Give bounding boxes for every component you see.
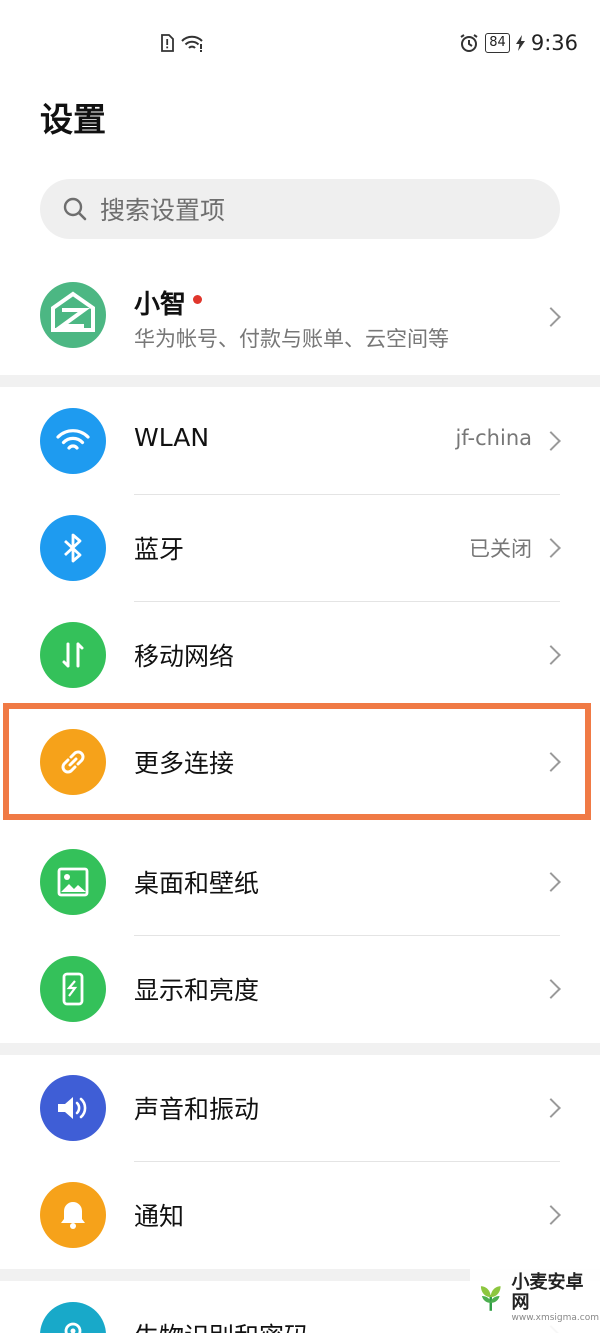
mobile-data-icon: [40, 622, 106, 688]
settings-item-notifications[interactable]: 通知: [0, 1162, 600, 1269]
charging-icon: [515, 35, 525, 51]
chevron-right-icon: [541, 752, 561, 772]
account-row[interactable]: 小智 华为帐号、付款与账单、云空间等: [0, 270, 600, 370]
bell-icon: [40, 1182, 106, 1248]
search-placeholder: 搜索设置项: [100, 196, 226, 225]
chevron-right-icon: [541, 979, 561, 999]
item-label: 更多连接: [134, 749, 235, 778]
settings-item-sound[interactable]: 声音和振动: [0, 1055, 600, 1162]
image-icon: [40, 849, 106, 915]
account-subtitle: 华为帐号、付款与账单、云空间等: [134, 327, 449, 351]
chevron-right-icon: [541, 538, 561, 558]
account-name: 小智: [134, 290, 187, 320]
notification-dot: [193, 295, 202, 304]
sim-alert-icon: [161, 34, 174, 52]
avatar-logo-icon: [51, 291, 95, 332]
settings-item-bluetooth[interactable]: 蓝牙 已关闭: [0, 495, 600, 602]
status-bar: 84 9:36: [0, 0, 600, 90]
item-label: 显示和亮度: [134, 976, 260, 1005]
search-input[interactable]: 搜索设置项: [40, 179, 560, 239]
search-icon: [63, 197, 87, 221]
battery-indicator: 84: [485, 33, 510, 53]
page-title: 设置: [40, 100, 106, 139]
item-label: 桌面和壁纸: [134, 869, 260, 898]
speaker-icon: [40, 1075, 106, 1141]
fingerprint-icon: [40, 1302, 106, 1333]
wifi-icon: [40, 408, 106, 474]
link-icon: [40, 729, 106, 795]
watermark-text: 小麦安卓网: [511, 1272, 584, 1313]
chevron-right-icon: [541, 307, 561, 327]
status-right: 84 9:36: [459, 31, 578, 55]
watermark-url: www.xmsigma.com: [511, 1313, 599, 1323]
chevron-right-icon: [541, 1205, 561, 1225]
settings-item-wallpaper[interactable]: 桌面和壁纸: [0, 829, 600, 936]
alarm-icon: [460, 34, 478, 52]
settings-item-wlan[interactable]: WLAN jf-china: [0, 388, 600, 495]
item-label: 通知: [134, 1202, 185, 1231]
section-divider: [0, 375, 600, 387]
chevron-right-icon: [541, 431, 561, 451]
item-label: 蓝牙: [134, 535, 185, 564]
bluetooth-icon: [40, 515, 106, 581]
item-value: jf-china: [455, 426, 532, 450]
item-label: 声音和振动: [134, 1095, 260, 1124]
section-divider: [0, 1043, 600, 1055]
item-label: WLAN: [134, 423, 210, 452]
phone-display-icon: [40, 956, 106, 1022]
item-label: 生物识别和密码: [134, 1317, 309, 1333]
settings-item-more-connections[interactable]: 更多连接: [0, 709, 600, 816]
settings-item-display[interactable]: 显示和亮度: [0, 936, 600, 1043]
settings-item-mobile-network[interactable]: 移动网络: [0, 602, 600, 709]
watermark: 小麦安卓网 www.xmsigma.com: [470, 1263, 600, 1333]
item-value: 已关闭: [469, 537, 532, 561]
item-label: 移动网络: [134, 642, 235, 671]
wifi-status-icon: [181, 35, 203, 52]
status-left: [160, 34, 204, 52]
leaf-logo-icon: [480, 1286, 501, 1311]
chevron-right-icon: [541, 645, 561, 665]
clock: 9:36: [530, 31, 578, 55]
chevron-right-icon: [541, 1098, 561, 1118]
avatar: [40, 282, 106, 348]
chevron-right-icon: [541, 872, 561, 892]
